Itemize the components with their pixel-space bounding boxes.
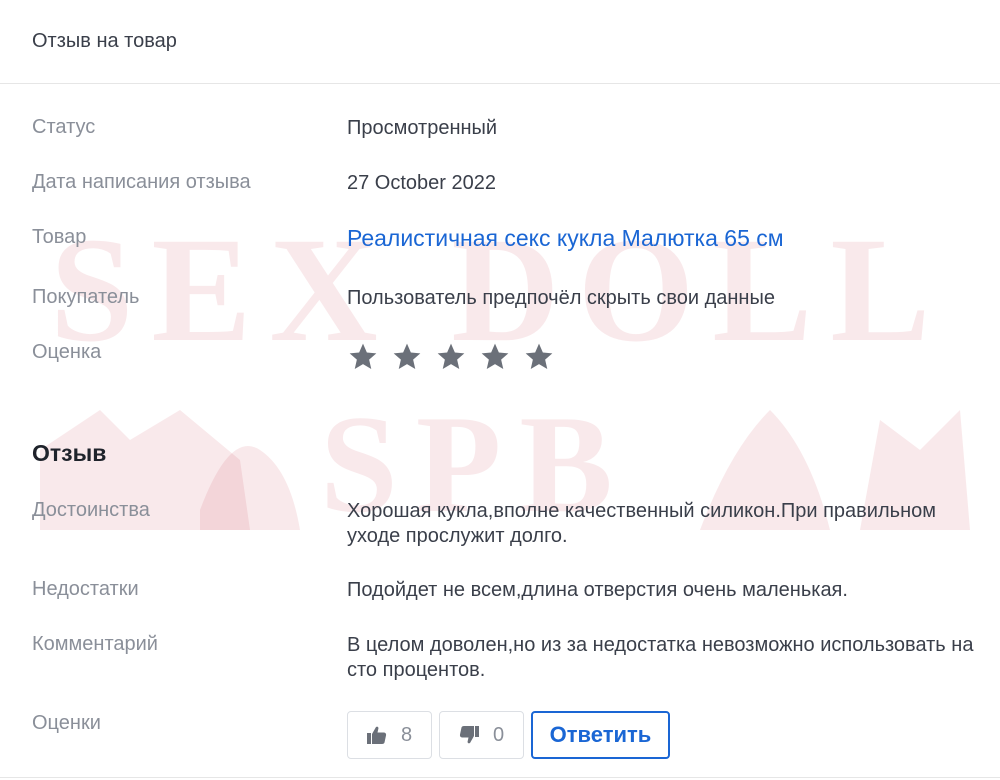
like-count: 8 bbox=[400, 723, 413, 746]
status-label: Статус bbox=[32, 116, 96, 138]
comment-label: Комментарий bbox=[32, 633, 158, 655]
product-label: Товар bbox=[32, 226, 87, 248]
rating-label: Оценка bbox=[32, 341, 102, 363]
status-value: Просмотренный bbox=[347, 117, 498, 139]
date-label: Дата написания отзыва bbox=[32, 171, 251, 193]
votes-label: Оценки bbox=[32, 712, 101, 734]
buyer-label: Покупатель bbox=[32, 286, 140, 308]
star-icon bbox=[525, 343, 553, 369]
comment-value: В целом доволен,но из за недостатка нево… bbox=[347, 634, 974, 681]
star-icon bbox=[349, 343, 377, 369]
cons-label: Недостатки bbox=[32, 578, 139, 600]
page-title: Отзыв на товар bbox=[32, 30, 177, 52]
vote-buttons: 8 0 Ответить bbox=[347, 711, 670, 759]
like-button[interactable]: 8 bbox=[347, 711, 432, 759]
date-value: 27 October 2022 bbox=[347, 172, 496, 194]
dislike-count: 0 bbox=[492, 723, 505, 746]
pros-label: Достоинства bbox=[32, 499, 150, 521]
reply-button[interactable]: Ответить bbox=[531, 711, 670, 759]
review-section-title: Отзыв bbox=[32, 440, 107, 466]
star-icon bbox=[437, 343, 465, 369]
thumbs-up-icon bbox=[366, 726, 387, 744]
star-icon bbox=[393, 343, 421, 369]
product-link[interactable]: Реалистичная секс кукла Малютка 65 см bbox=[347, 225, 784, 251]
pros-value: Хорошая кукла,вполне качественный силико… bbox=[347, 500, 936, 547]
buyer-value: Пользователь предпочёл скрыть свои данны… bbox=[347, 287, 775, 309]
dislike-button[interactable]: 0 bbox=[439, 711, 524, 759]
cons-value: Подойдет не всем,длина отверстия очень м… bbox=[347, 579, 848, 601]
star-icon bbox=[481, 343, 509, 369]
rating-stars bbox=[347, 341, 555, 373]
bottom-divider bbox=[0, 777, 1000, 778]
page-header: Отзыв на товар bbox=[0, 0, 1000, 84]
thumbs-down-icon bbox=[459, 726, 479, 744]
